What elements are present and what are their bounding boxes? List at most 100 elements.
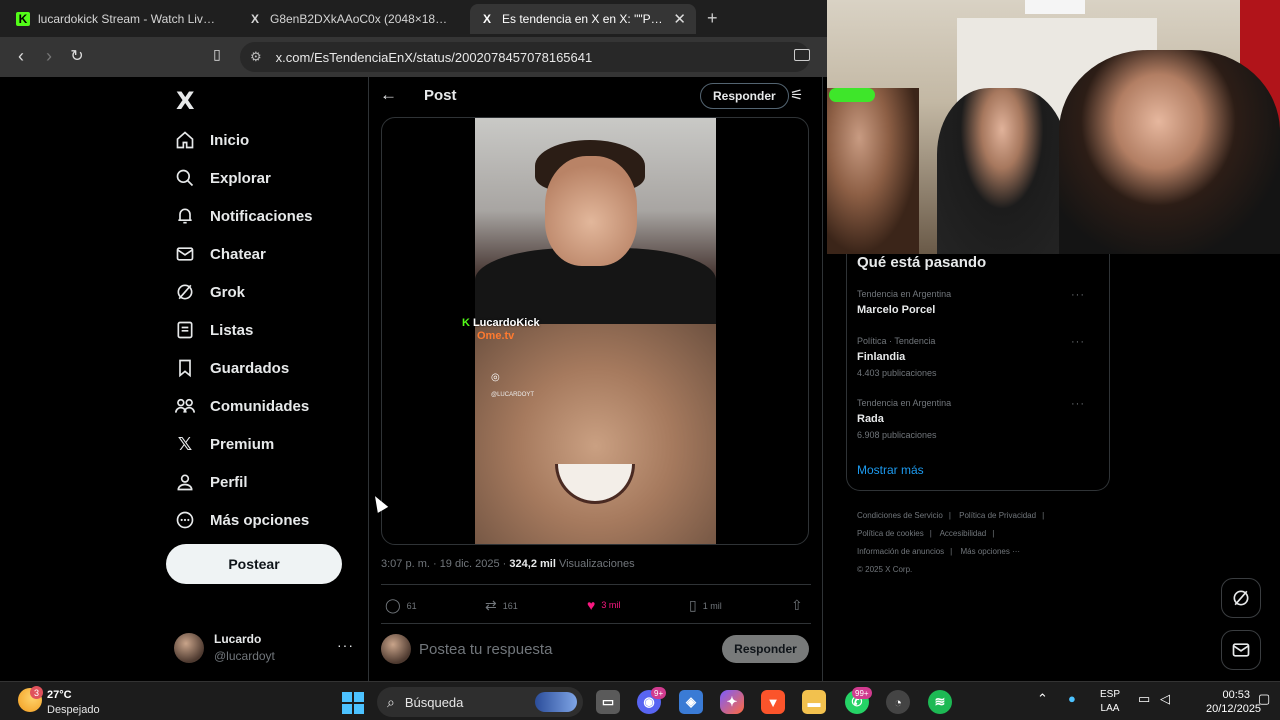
- trend-context: Tendencia en Argentina: [857, 398, 952, 408]
- more-icon[interactable]: ···: [337, 637, 354, 653]
- footer-link[interactable]: Política de cookies: [857, 529, 924, 538]
- more-icon[interactable]: ···: [1071, 336, 1085, 348]
- sidebar-item-label: Grok: [210, 283, 246, 301]
- sidebar-item-notificaciones[interactable]: Notificaciones: [174, 201, 313, 231]
- share-icon: ⇧: [791, 597, 803, 613]
- x-logo-icon[interactable]: X: [176, 87, 195, 115]
- sidebar-item-label: Explorar: [210, 169, 271, 187]
- sidebar-item-listas[interactable]: Listas: [174, 315, 253, 345]
- windows-start-icon[interactable]: [342, 692, 364, 714]
- x-page: X Inicio Explorar Notificaciones Chatear…: [0, 77, 827, 681]
- views-count: 324,2 mil: [509, 558, 556, 570]
- reply-pill-button[interactable]: Responder: [700, 83, 789, 109]
- responder-button[interactable]: Responder: [722, 635, 809, 663]
- repost-action[interactable]: ⇄ 161: [485, 597, 518, 614]
- sidebar-item-perfil[interactable]: Perfil: [174, 467, 248, 497]
- reply-input[interactable]: Postea tu respuesta: [419, 641, 552, 658]
- footer-link[interactable]: Información de anuncios: [857, 547, 944, 556]
- taskbar-search[interactable]: ⌕ Búsqueda: [377, 687, 583, 717]
- x-favicon-icon: X: [482, 12, 491, 26]
- network-icon[interactable]: ▭: [1138, 691, 1150, 707]
- grok-icon: [1233, 590, 1249, 606]
- account-name: Lucardo: [214, 632, 262, 646]
- back-icon[interactable]: ‹: [10, 46, 32, 67]
- trend-item[interactable]: Tendencia en Argentina Marcelo Porcel ··…: [857, 289, 1097, 316]
- show-more-link[interactable]: Mostrar más: [857, 463, 924, 477]
- language-indicator[interactable]: ESP LAA: [1100, 688, 1120, 716]
- mail-icon: [174, 243, 196, 265]
- trend-count: 6.908 publicaciones: [857, 430, 937, 440]
- tab-image[interactable]: X G8enB2DXkAAoC0x (2048×1807): [238, 4, 462, 34]
- site-info-icon[interactable]: ⚙: [250, 49, 262, 65]
- sidebar-item-grok[interactable]: Grok: [174, 277, 245, 307]
- post-meta: 3:07 p. m. · 19 dic. 2025 · 324,2 mil Vi…: [381, 558, 635, 570]
- brave-browser-icon[interactable]: ▼: [761, 690, 785, 714]
- notification-icon[interactable]: ▢: [1258, 691, 1270, 707]
- postear-button[interactable]: Postear: [166, 544, 342, 584]
- page-title: Post: [424, 87, 457, 104]
- cast-icon[interactable]: [794, 49, 810, 61]
- share-action[interactable]: ⇧: [791, 597, 809, 614]
- tab-x-post[interactable]: X Es tendencia en X en X: ""Puto ✕: [470, 4, 696, 34]
- more-icon[interactable]: ···: [1071, 398, 1085, 410]
- bell-icon: [174, 205, 196, 227]
- footer-link[interactable]: Condiciones de Servicio: [857, 511, 943, 520]
- repost-icon: ⇄: [485, 597, 497, 613]
- grok-fab-button[interactable]: [1221, 578, 1261, 618]
- copyright: © 2025 X Corp.: [857, 565, 913, 574]
- views-label: Visualizaciones: [555, 558, 635, 570]
- sidebar-item-explorar[interactable]: Explorar: [174, 163, 271, 193]
- footer-link[interactable]: Política de Privacidad: [959, 511, 1036, 520]
- app-icon[interactable]: ◈: [679, 690, 703, 714]
- back-arrow-icon[interactable]: ←: [380, 85, 397, 105]
- sidebar-item-comunidades[interactable]: Comunidades: [174, 391, 309, 421]
- sidebar-item-guardados[interactable]: Guardados: [174, 353, 289, 383]
- trend-count: 4.403 publicaciones: [857, 368, 937, 378]
- forward-icon[interactable]: ›: [38, 46, 60, 67]
- sidebar-item-chatear[interactable]: Chatear: [174, 239, 266, 269]
- trend-item[interactable]: Tendencia en Argentina Rada 6.908 public…: [857, 398, 1097, 440]
- messages-fab-button[interactable]: [1221, 630, 1261, 670]
- avatar: [174, 633, 204, 663]
- footer-link[interactable]: Accesibilidad: [940, 529, 987, 538]
- post-video[interactable]: Ome.tv ◎ @LUCARDOYT K LucardoKick: [381, 117, 809, 545]
- reply-action[interactable]: ◯ 61: [385, 597, 417, 614]
- task-view-icon[interactable]: ▭: [596, 690, 620, 714]
- sidebar-item-inicio[interactable]: Inicio: [174, 125, 249, 155]
- clock[interactable]: 00:53 20/12/2025: [1206, 688, 1261, 716]
- trend-context: Política · Tendencia: [857, 336, 936, 346]
- obs-icon[interactable]: ◔: [886, 690, 910, 714]
- sidebar-item-label: Comunidades: [210, 397, 310, 415]
- kick-logo-icon: K: [462, 317, 470, 329]
- bookmark-icon: ▯: [689, 597, 697, 613]
- close-tab-icon[interactable]: ✕: [673, 10, 686, 28]
- tab-title: lucardokick Stream - Watch Live on Kick: [38, 12, 220, 26]
- reload-icon[interactable]: ↻: [66, 46, 88, 66]
- home-icon: [174, 129, 196, 151]
- volume-icon[interactable]: ◁: [1160, 691, 1170, 707]
- account-switcher[interactable]: Lucardo @lucardoyt ···: [174, 631, 364, 665]
- browser-tab-bar: K lucardokick Stream - Watch Live on Kic…: [0, 0, 827, 37]
- sidebar-item-premium[interactable]: 𝕏 Premium: [174, 429, 274, 459]
- sidebar-item-mas-opciones[interactable]: Más opciones: [174, 505, 309, 535]
- trends-title: Qué está pasando: [857, 254, 987, 271]
- bookmark-action[interactable]: ▯ 1 mil: [689, 597, 722, 614]
- address-bar[interactable]: ⚙ x.com/EsTendenciaEnX/status/2002078457…: [240, 42, 810, 72]
- post-timestamp: 3:07 p. m. · 19 dic. 2025 ·: [381, 558, 510, 570]
- search-label: Búsqueda: [404, 694, 464, 710]
- new-tab-button[interactable]: +: [707, 8, 718, 29]
- spotify-icon[interactable]: ≋: [928, 690, 952, 714]
- microphone-icon[interactable]: ●: [1068, 691, 1076, 706]
- settings-sliders-icon[interactable]: ⚟: [790, 86, 803, 104]
- tray-chevron-icon[interactable]: ⌃: [1037, 691, 1048, 707]
- bookmark-page-icon[interactable]: ▯: [206, 46, 228, 63]
- file-explorer-icon[interactable]: ▬: [802, 690, 826, 714]
- like-action[interactable]: ♥ 3 mil: [587, 597, 620, 613]
- footer-link[interactable]: Más opciones ···: [960, 547, 1020, 556]
- more-icon[interactable]: ···: [1071, 289, 1085, 301]
- copilot-icon[interactable]: ✦: [720, 690, 744, 714]
- x-icon: 𝕏: [177, 433, 193, 455]
- tab-title: Es tendencia en X en X: ""Puto: [502, 12, 666, 26]
- trend-item[interactable]: Política · Tendencia Finlandia 4.403 pub…: [857, 336, 1097, 378]
- tab-kick-stream[interactable]: K lucardokick Stream - Watch Live on Kic…: [6, 4, 230, 34]
